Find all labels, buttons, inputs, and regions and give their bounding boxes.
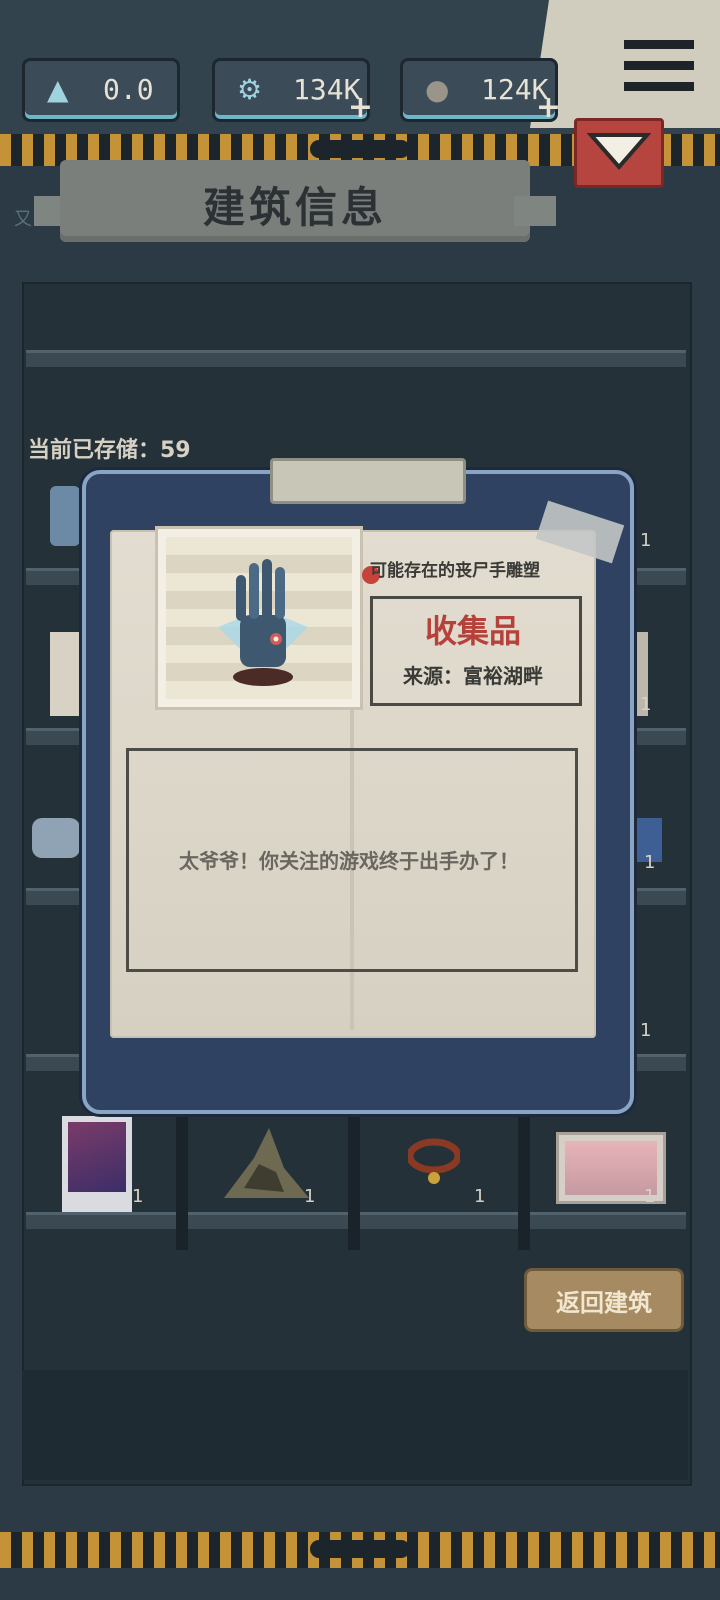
hamburger-menu-icon[interactable] (624, 40, 694, 98)
resource-crystal[interactable]: ▲ 0.0 (22, 58, 180, 122)
shelf (26, 350, 686, 367)
resource-ore[interactable]: ● 124K + (400, 58, 561, 125)
shelf-divider (176, 1110, 188, 1250)
return-building-label: 返回建筑 (556, 1289, 652, 1317)
item-name: 可能存在的丧尸手雕塑 (370, 561, 540, 581)
item-count: 1 (644, 1186, 656, 1207)
shelf-divider (348, 1110, 360, 1250)
shelf-item[interactable] (50, 486, 80, 546)
shelf-item[interactable] (50, 632, 80, 716)
shelf-item[interactable] (32, 818, 80, 858)
zombie-hand-icon (218, 559, 308, 686)
resource-crystal-value: 0.0 (103, 73, 154, 106)
add-parts-icon[interactable]: + (348, 90, 373, 125)
collar-icon (406, 1138, 462, 1184)
item-collar[interactable] (406, 1136, 462, 1188)
return-building-button[interactable]: 返回建筑 (524, 1268, 684, 1332)
ore-icon: ● (425, 73, 450, 106)
add-ore-icon[interactable]: + (536, 90, 561, 125)
shelf-divider (518, 1110, 530, 1250)
item-count: 1 (640, 694, 652, 715)
triangle-down-icon (587, 133, 651, 171)
item-source: 来源：富裕湖畔 (403, 664, 543, 688)
item-description: 太爷爷！你关注的游戏终于出手办了！ (179, 849, 519, 873)
title-deco-right (514, 196, 556, 226)
zombie-figure-icon (224, 1128, 309, 1198)
clipboard-clip (270, 458, 466, 504)
item-count: 1 (474, 1186, 486, 1207)
bottom-hazard-stripe (0, 1532, 720, 1568)
collapse-button[interactable] (574, 118, 664, 188)
parts-icon: ⚙ (237, 73, 263, 106)
title-panel: 建筑信息 (60, 160, 530, 242)
item-photo-frame (155, 526, 363, 710)
item-character-card[interactable] (62, 1116, 132, 1212)
side-hint-text: 又 (14, 209, 32, 230)
item-count: 1 (640, 1020, 652, 1041)
page-title: 建筑信息 (202, 183, 387, 232)
storage-count-label: 当前已存储：59 (28, 438, 191, 463)
item-category: 收集品 (424, 612, 521, 650)
resource-parts[interactable]: ⚙ 134K + (212, 58, 373, 125)
bottom-panel (22, 1370, 688, 1480)
item-count: 1 (640, 530, 652, 551)
item-count: 1 (304, 1186, 316, 1207)
item-count: 1 (644, 852, 656, 873)
crystal-icon: ▲ (47, 73, 69, 106)
item-zombie-figure[interactable] (214, 1128, 314, 1202)
item-count: 1 (132, 1186, 144, 1207)
